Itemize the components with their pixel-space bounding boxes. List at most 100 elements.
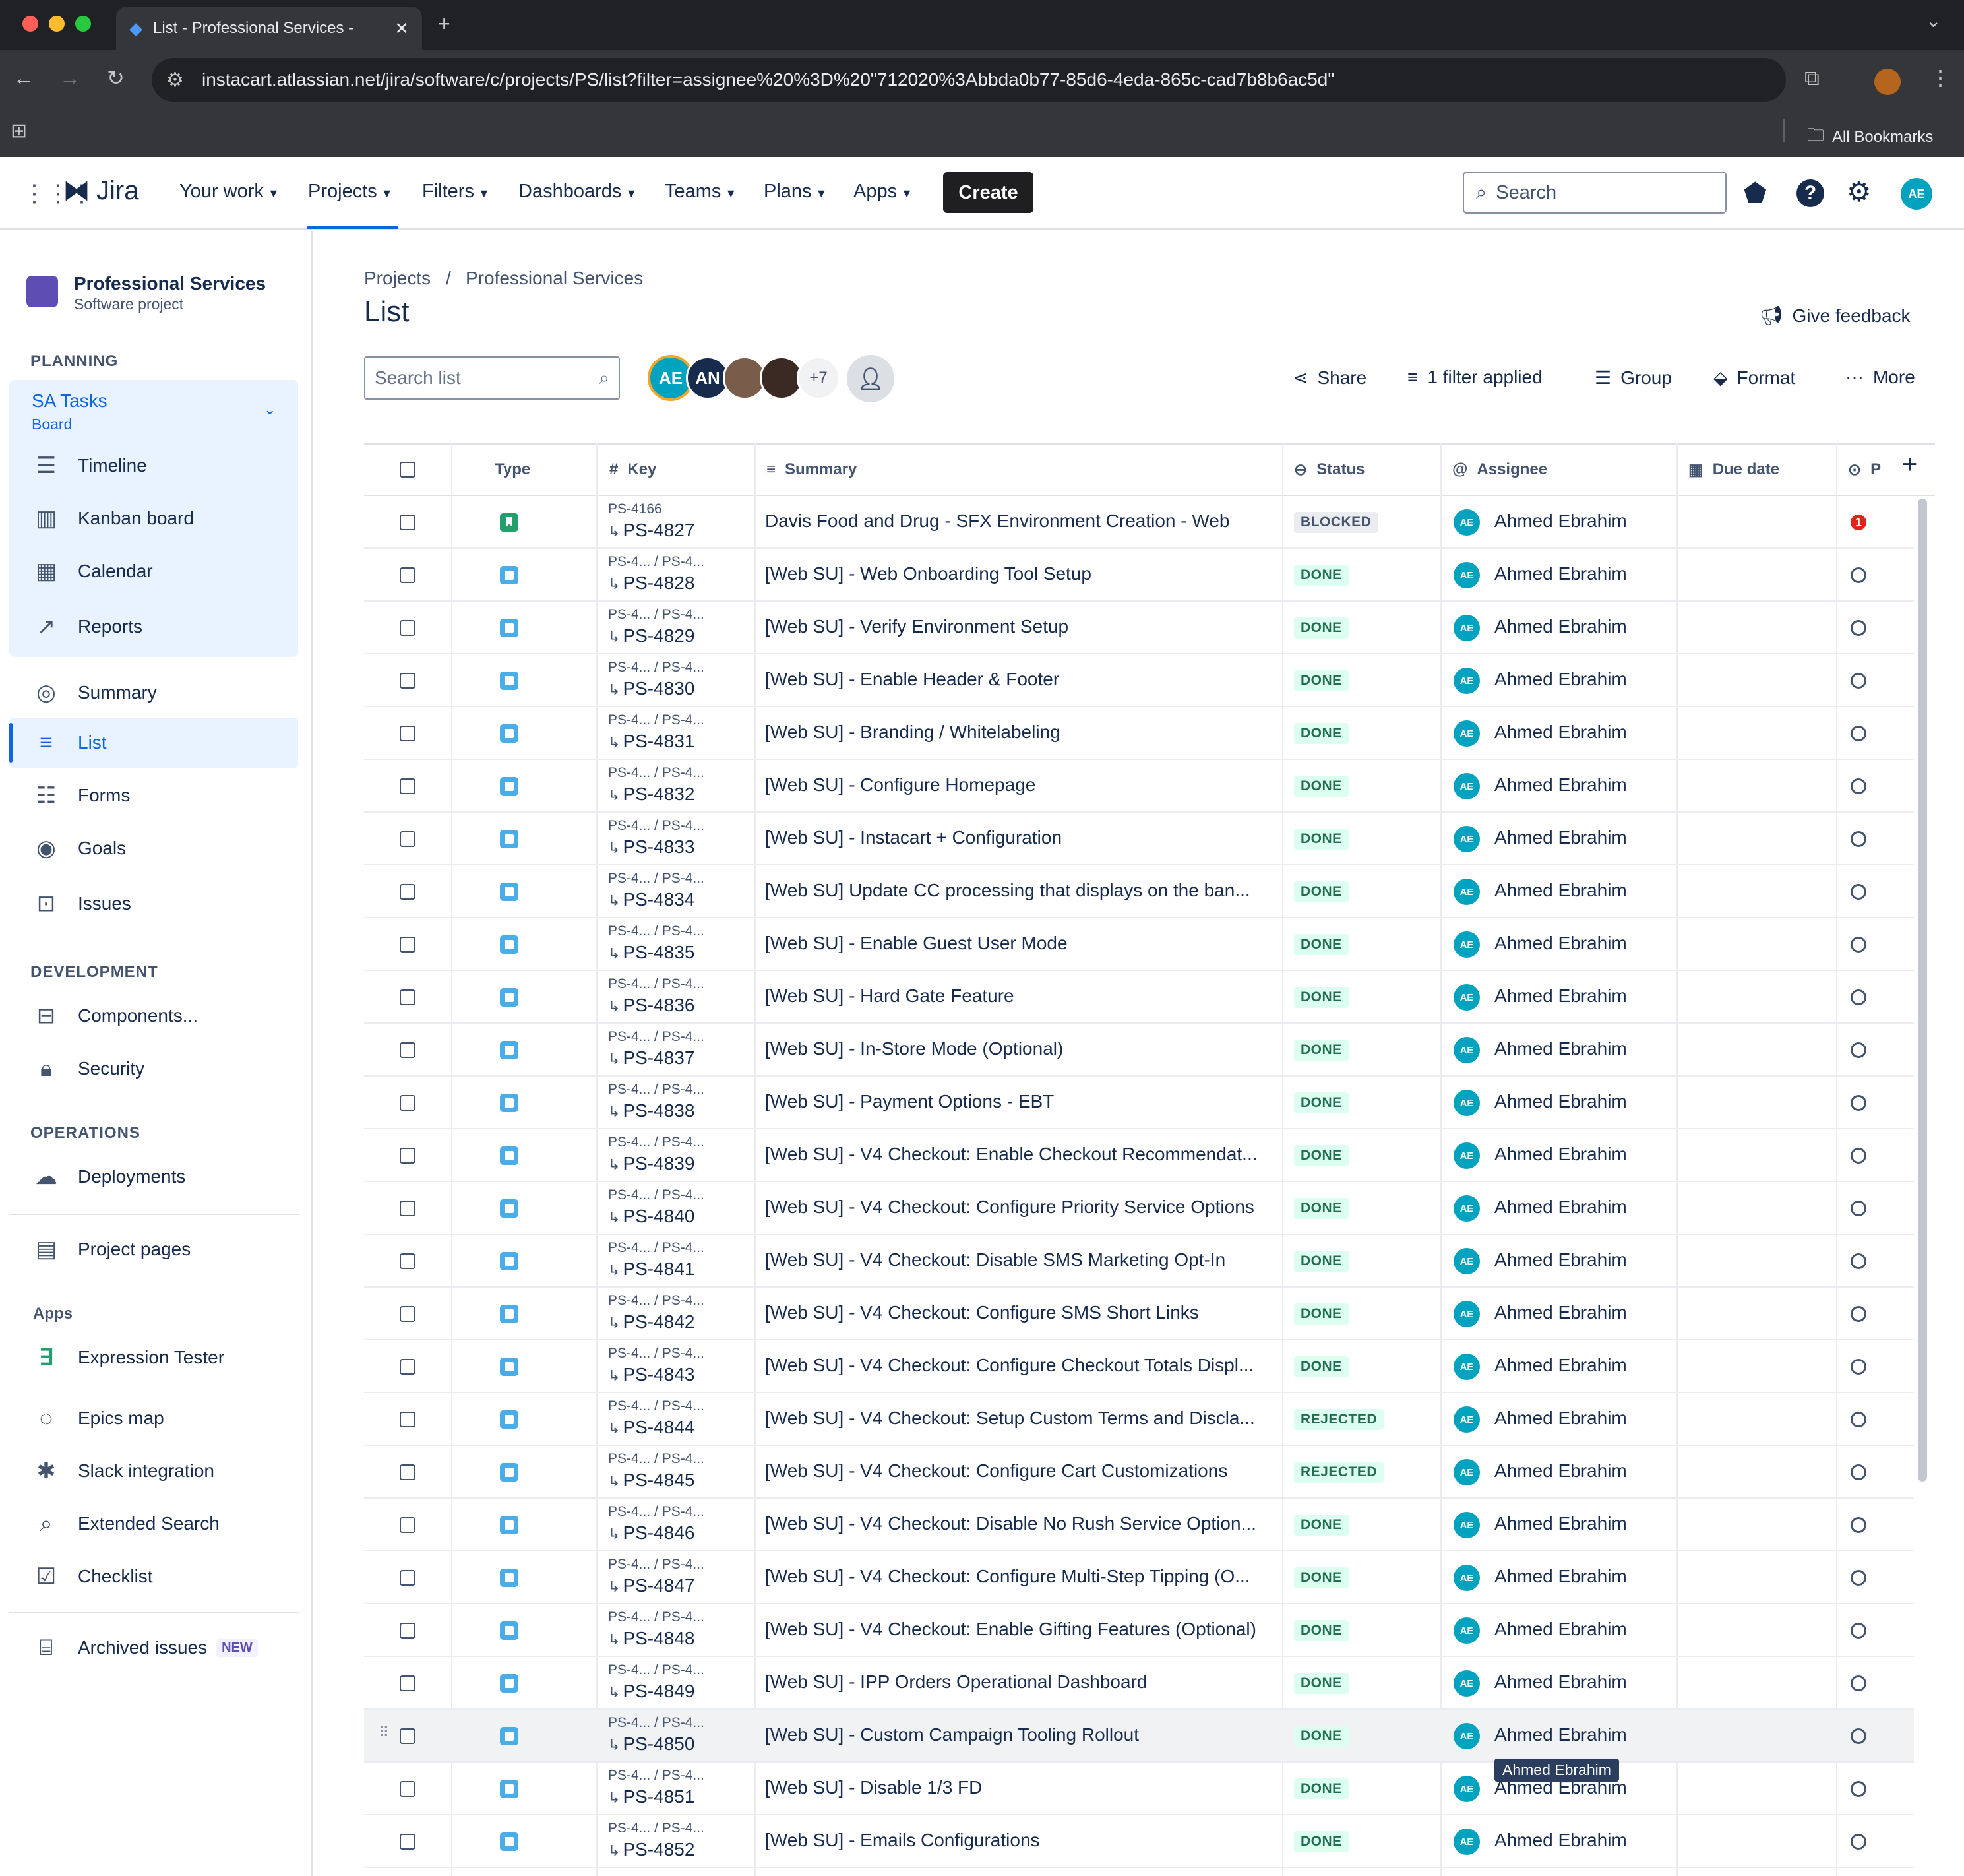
column-assignee[interactable]: @ Assignee	[1452, 443, 1547, 496]
issue-summary[interactable]: [Web SU] - Emails Configurations	[765, 1830, 1293, 1851]
select-all-checkbox[interactable]	[400, 443, 415, 496]
parent-key[interactable]: PS-4166	[608, 501, 662, 517]
assignee-name[interactable]: Ahmed Ebrahim	[1494, 1249, 1627, 1270]
column-status[interactable]: ⊖ Status	[1294, 443, 1365, 496]
issue-key[interactable]: ↳ PS-4843	[608, 1364, 694, 1385]
issue-key[interactable]: ↳ PS-4852	[608, 1839, 694, 1860]
parent-key[interactable]: PS-4... / PS-4...	[608, 1662, 704, 1678]
status-badge[interactable]: DONE	[1294, 1145, 1349, 1166]
issue-key[interactable]: ↳ PS-4840	[608, 1206, 694, 1227]
table-scrollbar[interactable]	[1918, 499, 1927, 1482]
status-badge[interactable]: DONE	[1294, 987, 1349, 1008]
priority-circle-icon[interactable]	[1851, 1781, 1866, 1797]
sidebar-item-timeline[interactable]: ☰ Timeline	[9, 441, 298, 491]
table-row[interactable]: PS-4... / PS-4... ↳ PS-4842 [Web SU] - V4 C…	[364, 1288, 1914, 1340]
more-button[interactable]: ··· More	[1845, 367, 1915, 388]
row-checkbox[interactable]	[400, 831, 415, 847]
row-checkbox[interactable]	[400, 1570, 415, 1586]
priority-circle-icon[interactable]	[1851, 1728, 1866, 1744]
row-checkbox[interactable]	[400, 1517, 415, 1533]
row-checkbox[interactable]	[400, 1253, 415, 1269]
parent-key[interactable]: PS-4... / PS-4...	[608, 1240, 704, 1256]
issue-summary[interactable]: [Web SU] - V4 Checkout: Disable SMS Mark…	[765, 1249, 1293, 1270]
status-badge[interactable]: DONE	[1294, 934, 1349, 955]
table-row[interactable]: PS-4... / PS-4... ↳ PS-4851 [Web SU] - Disa…	[364, 1763, 1914, 1815]
priority-circle-icon[interactable]	[1851, 673, 1866, 689]
row-checkbox[interactable]	[400, 1728, 415, 1744]
parent-key[interactable]: PS-4... / PS-4...	[608, 1821, 704, 1836]
search-list-input[interactable]: Search list ⌕	[364, 356, 620, 400]
table-row[interactable]: PS-4... / PS-4... ↳ PS-4846 [Web SU] - V4 C…	[364, 1499, 1914, 1551]
status-badge[interactable]: DONE	[1294, 1515, 1349, 1536]
issue-summary[interactable]: [Web SU] - Hard Gate Feature	[765, 985, 1293, 1007]
row-checkbox[interactable]	[400, 1148, 415, 1164]
table-row[interactable]: PS-4... / PS-4... ↳ PS-4831 [Web SU] - Bran…	[364, 707, 1914, 760]
parent-key[interactable]: PS-4... / PS-4...	[608, 1504, 704, 1520]
parent-key[interactable]: PS-4... / PS-4...	[608, 1029, 704, 1045]
assignee-name[interactable]: Ahmed Ebrahim	[1494, 880, 1627, 901]
sidebar-item-security[interactable]: 🔒︎ Security	[9, 1044, 298, 1094]
sidebar-item-expression-tester[interactable]: ∃ Expression Tester	[9, 1332, 298, 1383]
breadcrumb-projects[interactable]: Projects	[364, 268, 431, 289]
add-people-icon[interactable]: 👤︎	[847, 355, 894, 402]
row-checkbox[interactable]	[400, 620, 415, 636]
assignee-name[interactable]: Ahmed Ebrahim	[1494, 1144, 1627, 1165]
priority-circle-icon[interactable]	[1851, 726, 1866, 741]
table-row[interactable]: PS-4166 ↳ PS-4827 Davis Food and Drug - SFX…	[364, 496, 1914, 549]
close-window-icon[interactable]	[22, 16, 38, 32]
global-search-input[interactable]: ⌕ Search	[1463, 172, 1727, 214]
issue-summary[interactable]: [Web SU] - Custom Campaign Tooling Rollo…	[765, 1724, 1293, 1745]
issue-key[interactable]: ↳ PS-4829	[608, 625, 694, 646]
parent-key[interactable]: PS-4... / PS-4...	[608, 712, 704, 728]
issue-key[interactable]: ↳ PS-4837	[608, 1047, 694, 1069]
priority-circle-icon[interactable]	[1851, 1834, 1866, 1850]
assignee-name[interactable]: Ahmed Ebrahim	[1494, 1830, 1627, 1851]
sidebar-item-calendar[interactable]: ▦ Calendar	[9, 546, 298, 596]
status-badge[interactable]: DONE	[1294, 1567, 1349, 1588]
tab-search-icon[interactable]: ⌄	[1926, 12, 1941, 30]
sidebar-item-summary[interactable]: ◎ Summary	[9, 668, 298, 718]
row-checkbox[interactable]	[400, 1781, 415, 1797]
priority-circle-icon[interactable]	[1851, 1517, 1866, 1533]
priority-circle-icon[interactable]	[1851, 831, 1866, 847]
row-checkbox[interactable]	[400, 1359, 415, 1375]
priority-circle-icon[interactable]	[1851, 620, 1866, 636]
nav-apps[interactable]: Apps ▼	[853, 181, 913, 203]
issue-key[interactable]: ↳ PS-4841	[608, 1259, 694, 1280]
settings-gear-icon[interactable]: ⚙	[1847, 175, 1872, 208]
issue-summary[interactable]: [Web SU] - V4 Checkout: Configure Cart C…	[765, 1460, 1293, 1482]
issue-key[interactable]: ↳ PS-4849	[608, 1681, 694, 1702]
assignee-name[interactable]: Ahmed Ebrahim	[1494, 933, 1627, 954]
table-row[interactable]: PS-4... / PS-4... ↳ PS-4852 [Web SU] - Emai…	[364, 1815, 1914, 1868]
issue-summary[interactable]: [Web SU] - Disable 1/3 FD	[765, 1777, 1293, 1798]
sidebar-item-goals[interactable]: ◉ Goals	[9, 823, 298, 873]
jira-logo[interactable]: ⧓ Jira	[63, 175, 138, 206]
row-checkbox[interactable]	[400, 1095, 415, 1111]
column-type[interactable]: Type	[495, 443, 530, 496]
row-checkbox[interactable]	[400, 778, 415, 794]
sidebar-item-kanban[interactable]: ▥ Kanban board	[9, 493, 298, 544]
nav-filters[interactable]: Filters ▼	[422, 181, 490, 203]
status-badge[interactable]: DONE	[1294, 776, 1349, 797]
priority-circle-icon[interactable]	[1851, 1306, 1866, 1322]
issue-summary[interactable]: [Web SU] - V4 Checkout: Configure Priori…	[765, 1197, 1293, 1218]
parent-key[interactable]: PS-4... / PS-4...	[608, 871, 704, 887]
row-checkbox[interactable]	[400, 567, 415, 583]
assignee-name[interactable]: Ahmed Ebrahim	[1494, 774, 1627, 796]
table-row[interactable]: PS-4... / PS-4... ↳ PS-4844 [Web SU] - V4 C…	[364, 1393, 1914, 1446]
sidebar-item-forms[interactable]: ☷ Forms	[9, 770, 298, 821]
sidebar-item-extended-search[interactable]: ⌕ Extended Search	[9, 1499, 298, 1549]
project-name[interactable]: Professional Services	[74, 273, 266, 294]
issue-summary[interactable]: [Web SU] - Enable Header & Footer	[765, 669, 1293, 690]
assignee-name[interactable]: Ahmed Ebrahim	[1494, 1302, 1627, 1323]
status-badge[interactable]: DONE	[1294, 723, 1349, 744]
assignee-name[interactable]: Ahmed Ebrahim	[1494, 1408, 1627, 1429]
assignee-name[interactable]: Ahmed Ebrahim	[1494, 669, 1627, 690]
status-badge[interactable]: DONE	[1294, 1620, 1349, 1641]
row-checkbox[interactable]	[400, 1042, 415, 1058]
parent-key[interactable]: PS-4... / PS-4...	[608, 1768, 704, 1784]
priority-circle-icon[interactable]	[1851, 1359, 1866, 1375]
issue-key[interactable]: ↳ PS-4832	[608, 784, 694, 805]
table-row[interactable]: PS-4... / PS-4... ↳ PS-4843 [Web SU] - V4 C…	[364, 1340, 1914, 1393]
status-badge[interactable]: DONE	[1294, 1092, 1349, 1113]
